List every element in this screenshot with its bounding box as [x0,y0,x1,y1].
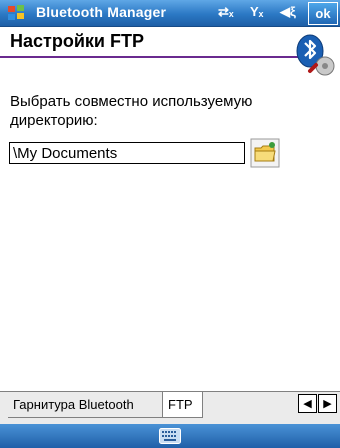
directory-description: Выбрать совместно используемую директори… [10,93,253,129]
page-title: Настройки FTP [10,31,144,51]
scroll-left-icon[interactable]: ◀ [298,394,317,413]
bluetooth-ftp-icon [296,34,335,76]
app-title: Bluetooth Manager [36,4,167,20]
connectivity-icon[interactable]: ⇄ₓ [218,4,234,20]
tab-scroll-buttons: ◀ ▶ [298,394,338,414]
page-header: Настройки FTP [0,28,340,56]
tab-bluetooth-headset[interactable]: Гарнитура Bluetooth [8,392,162,418]
ok-button[interactable]: ok [308,2,338,25]
start-icon[interactable] [6,3,26,23]
tab-bar: Гарнитура Bluetooth FTP ◀ ▶ [0,391,340,425]
tab-ftp[interactable]: FTP [162,392,203,418]
title-divider [0,56,300,58]
scroll-right-icon[interactable]: ▶ [318,394,337,413]
browse-folder-icon[interactable] [250,138,280,168]
softkey-bar [0,424,340,448]
keyboard-icon[interactable] [159,428,181,444]
signal-icon[interactable]: Yₓ [250,4,263,19]
volume-icon[interactable]: ◀ξ [280,4,296,20]
shared-directory-field[interactable]: \My Documents [9,142,245,164]
title-bar: Bluetooth Manager ⇄ₓ Yₓ ◀ξ ok [0,0,340,27]
